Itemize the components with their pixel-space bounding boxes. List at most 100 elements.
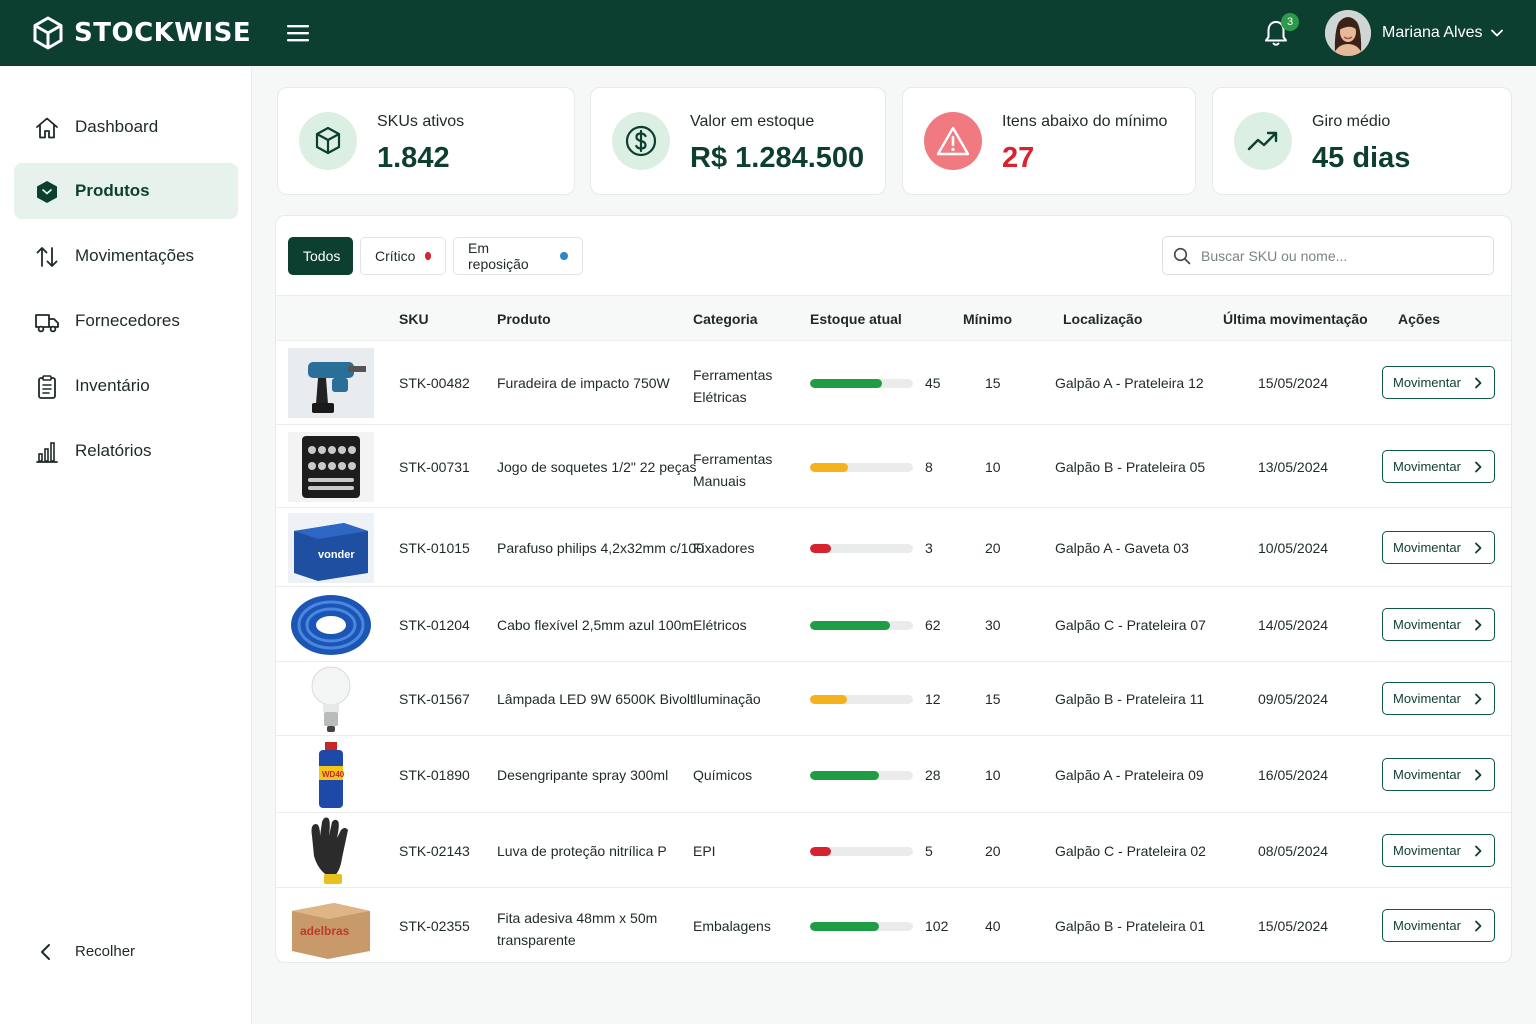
column-header-acoes: Ações — [1398, 311, 1441, 327]
search-icon — [1173, 247, 1191, 265]
product-thumbnail — [288, 664, 374, 734]
column-header-localizacao[interactable]: Localização — [1063, 311, 1142, 327]
stock-level-bar — [810, 695, 913, 704]
stock-level-bar — [810, 463, 913, 472]
product-thumbnail — [288, 816, 374, 886]
table-row[interactable]: STK-01567 Lâmpada LED 9W 6500K Bivolt Ilum… — [276, 662, 1511, 736]
product-thumbnail — [288, 432, 374, 502]
kpi-label: Giro médio — [1312, 113, 1391, 130]
category-cell: Elétricos — [693, 617, 747, 633]
sidebar-item-movimentacoes[interactable]: Movimentações — [14, 228, 238, 284]
location-cell: Galpão C - Prateleira 07 — [1055, 617, 1206, 633]
table-row[interactable]: vonder STK-01015 Parafuso philips 4,2x32mm… — [276, 508, 1511, 587]
movimentar-button[interactable]: Movimentar — [1382, 834, 1495, 867]
logo-cube-icon — [33, 16, 63, 50]
movimentar-button[interactable]: Movimentar — [1382, 909, 1495, 942]
stock-minimum-cell: 20 — [985, 540, 1001, 556]
products-panel: Todos Crítico Em reposição SKU Produto C… — [275, 215, 1512, 963]
last-movement-cell: 15/05/2024 — [1258, 375, 1329, 391]
user-name[interactable]: Mariana Alves — [1382, 24, 1483, 42]
product-thumbnail — [288, 348, 374, 418]
avatar[interactable] — [1325, 10, 1371, 56]
dollar-circle-icon — [625, 125, 657, 157]
last-movement-cell: 09/05/2024 — [1258, 691, 1329, 707]
sidebar-item-label: Dashboard — [75, 117, 159, 136]
movimentar-button[interactable]: Movimentar — [1382, 531, 1495, 564]
sidebar-item-relatorios[interactable]: Relatórios — [14, 423, 238, 479]
kpi-label: Valor em estoque — [690, 113, 815, 130]
sidebar-item-label: Fornecedores — [75, 311, 180, 330]
column-header-estoque[interactable]: Estoque atual — [810, 311, 902, 327]
column-header-categoria[interactable]: Categoria — [693, 311, 758, 327]
chevron-right-icon — [1475, 461, 1482, 473]
movimentar-button[interactable]: Movimentar — [1382, 758, 1495, 791]
search-input[interactable] — [1201, 237, 1486, 274]
movimentar-button[interactable]: Movimentar — [1382, 366, 1495, 399]
table-row[interactable]: adelbras STK-02355 Fita adesiva 48mm x 50m… — [276, 888, 1511, 962]
sidebar-item-label: Relatórios — [75, 441, 152, 460]
sidebar-item-label: Movimentações — [75, 246, 195, 265]
location-cell: Galpão C - Prateleira 02 — [1055, 843, 1206, 859]
column-header-minimo[interactable]: Mínimo — [963, 311, 1012, 327]
brand[interactable]: STOCKWISE — [32, 16, 251, 50]
product-thumbnail — [288, 590, 374, 660]
kpi-value: 27 — [1002, 142, 1035, 174]
column-header-sku[interactable]: SKU — [399, 311, 429, 327]
category-cell: Iluminação — [693, 691, 761, 707]
filter-chip-label: Crítico — [375, 248, 416, 264]
filter-chip-critico[interactable]: Crítico — [360, 237, 446, 275]
stock-level-fill — [810, 847, 831, 856]
table-row[interactable]: STK-02143 Luva de proteção nitrílica P EPI… — [276, 813, 1511, 888]
sidebar-item-inventario[interactable]: Inventário — [14, 358, 238, 414]
product-name-cell: Jogo de soquetes 1/2" 22 peças — [497, 459, 697, 475]
last-movement-cell: 10/05/2024 — [1258, 540, 1329, 556]
category-cell: Ferramentas Elétricas — [693, 367, 773, 405]
sku-cell: STK-02143 — [399, 843, 470, 859]
sidebar-item-dashboard[interactable]: Dashboard — [14, 99, 238, 155]
kpi-icon-badge — [612, 112, 670, 170]
movimentar-button[interactable]: Movimentar — [1382, 682, 1495, 715]
collapse-sidebar-button[interactable]: Recolher — [36, 941, 135, 963]
search-box[interactable] — [1162, 236, 1494, 275]
sidebar: Dashboard Produtos Movimentações Fornece… — [0, 66, 252, 1024]
table-row[interactable]: WD40 STK-01890 Desengripante spray 300ml Qu… — [276, 736, 1511, 813]
brand-name: STOCKWISE — [74, 18, 252, 48]
stock-current-cell: 12 — [925, 691, 941, 707]
stock-current-cell: 28 — [925, 767, 941, 783]
movimentar-button[interactable]: Movimentar — [1382, 608, 1495, 641]
movimentar-button[interactable]: Movimentar — [1382, 450, 1495, 483]
chevron-left-icon — [41, 944, 50, 960]
stock-current-cell: 8 — [925, 459, 933, 475]
kpi-value: 45 dias — [1312, 142, 1411, 174]
location-cell: Galpão A - Gaveta 03 — [1055, 540, 1189, 556]
table-row[interactable]: STK-00482 Furadeira de impacto 750W Ferram… — [276, 341, 1511, 425]
stock-level-fill — [810, 922, 879, 931]
stock-minimum-cell: 10 — [985, 459, 1001, 475]
hamburger-menu-icon[interactable] — [286, 22, 310, 44]
kpi-icon-badge — [924, 112, 982, 170]
filter-chip-todos[interactable]: Todos — [288, 237, 353, 275]
filter-chip-em-reposicao[interactable]: Em reposição — [453, 237, 583, 275]
table-row[interactable]: STK-00731 Jogo de soquetes 1/2" 22 peças F… — [276, 425, 1511, 508]
sidebar-item-fornecedores[interactable]: Fornecedores — [14, 293, 238, 349]
stock-level-bar — [810, 544, 913, 553]
notification-badge: 3 — [1281, 13, 1299, 31]
location-cell: Galpão A - Prateleira 12 — [1055, 375, 1204, 391]
chevron-down-icon[interactable] — [1490, 27, 1504, 39]
column-header-ultima-movimentacao[interactable]: Última movimentação — [1223, 311, 1368, 327]
kpi-card-skus: SKUs ativos 1.842 — [277, 87, 575, 195]
clipboard-icon — [38, 375, 56, 399]
column-header-produto[interactable]: Produto — [497, 311, 551, 327]
svg-text:vonder: vonder — [318, 549, 355, 561]
location-cell: Galpão B - Prateleira 01 — [1055, 918, 1206, 934]
product-name-cell: Desengripante spray 300ml — [497, 767, 669, 783]
svg-text:adelbras: adelbras — [300, 924, 350, 938]
chevron-right-icon — [1475, 542, 1482, 554]
kpi-value: R$ 1.284.500 — [690, 142, 865, 174]
stock-minimum-cell: 40 — [985, 918, 1001, 934]
sidebar-item-label: Inventário — [75, 376, 150, 395]
table-row[interactable]: STK-01204 Cabo flexível 2,5mm azul 100m El… — [276, 587, 1511, 662]
stock-current-cell: 3 — [925, 540, 933, 556]
location-cell: Galpão B - Prateleira 11 — [1055, 691, 1205, 707]
sidebar-item-produtos[interactable]: Produtos — [14, 163, 238, 219]
